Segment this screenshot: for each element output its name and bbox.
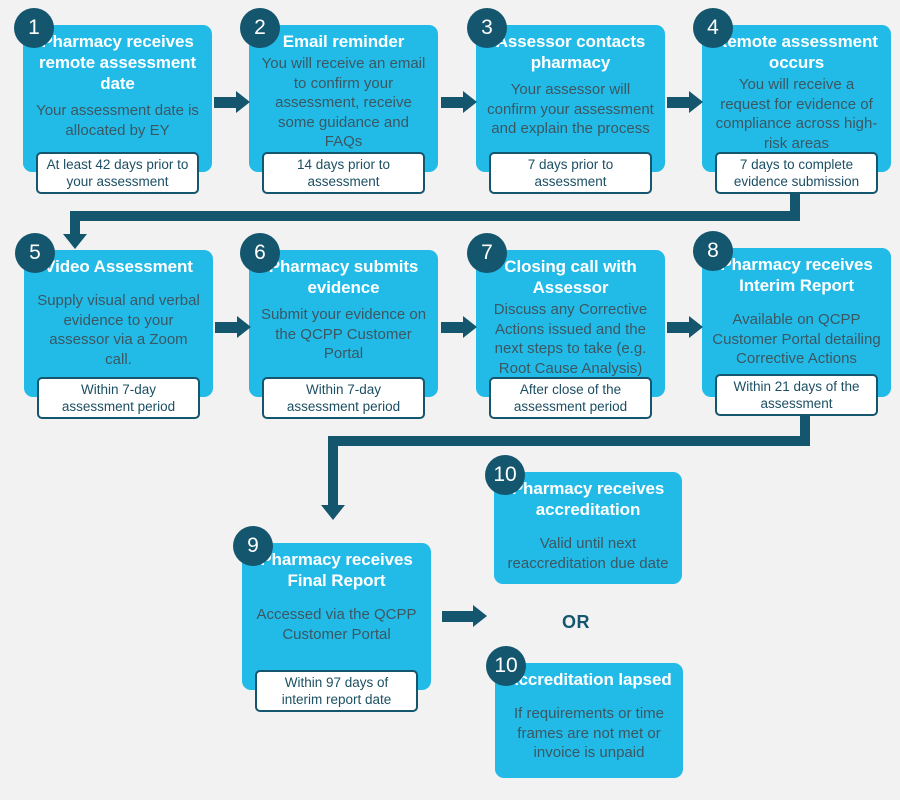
connector-1-to-2 — [214, 97, 238, 108]
step-badge-5: 5 — [15, 233, 55, 273]
step-badge-1: 1 — [14, 8, 54, 48]
step-timeframe-9: Within 97 days of interim report date — [255, 670, 418, 712]
step-card-9[interactable]: Pharmacy receives Final Report Accessed … — [242, 543, 431, 690]
connector-5-to-6 — [215, 322, 239, 333]
step-timeframe-1: At least 42 days prior to your assessmen… — [36, 152, 199, 194]
step-body: Your assessor will confirm your assessme… — [487, 81, 654, 137]
step-body: Your assessment date is allocated by EY — [36, 102, 199, 139]
step-badge-10-accredited: 10 — [485, 455, 525, 495]
step-title: Pharmacy submits evidence — [268, 257, 419, 297]
connector-9-to-10-arrowhead — [473, 605, 487, 627]
step-timeframe-3: 7 days prior to assessment — [489, 152, 652, 194]
step-title: Email reminder — [282, 32, 405, 51]
step-timeframe-7: After close of the assessment period — [489, 377, 652, 419]
step-title: Pharmacy receives Final Report — [260, 550, 413, 590]
step-title: Closing call with Assessor — [504, 257, 637, 297]
step-badge-9: 9 — [233, 526, 273, 566]
step-title: Accreditation lapsed — [506, 670, 672, 689]
step-card-3[interactable]: Assessor contacts pharmacy Your assessor… — [476, 25, 665, 172]
step-card-2[interactable]: Email reminder You will receive an email… — [249, 25, 438, 172]
step-badge-10-lapsed: 10 — [486, 646, 526, 686]
step-card-4[interactable]: Remote assessment occurs You will receiv… — [702, 25, 891, 172]
connector-3-to-4 — [667, 97, 691, 108]
step-body: Valid until next reaccreditation due dat… — [507, 535, 669, 572]
step-badge-3: 3 — [467, 8, 507, 48]
step-badge-4: 4 — [693, 8, 733, 48]
step-card-10-lapsed[interactable]: Accreditation lapsed If requirements or … — [495, 663, 683, 778]
step-title: Pharmacy receives Interim Report — [720, 255, 873, 295]
step-title: Pharmacy receives accreditation — [511, 479, 665, 519]
connector-3-to-4-arrowhead — [689, 91, 703, 113]
step-card-6[interactable]: Pharmacy submits evidence Submit your ev… — [249, 250, 438, 397]
connector-7-to-8 — [667, 322, 691, 333]
step-badge-8: 8 — [693, 231, 733, 271]
step-timeframe-2: 14 days prior to assessment — [262, 152, 425, 194]
step-body: You will receive a request for evidence … — [715, 76, 878, 152]
step-body: Available on QCPP Customer Portal detail… — [712, 311, 881, 367]
step-title: Remote assessment occurs — [715, 32, 878, 72]
step-card-10-accredited[interactable]: Pharmacy receives accreditation Valid un… — [494, 472, 682, 584]
step-body: If requirements or time frames are not m… — [513, 705, 665, 761]
step-timeframe-6: Within 7-day assessment period — [262, 377, 425, 419]
step-timeframe-5: Within 7-day assessment period — [37, 377, 200, 419]
step-body: You will receive an email to confirm you… — [261, 55, 426, 150]
or-label: OR — [562, 612, 590, 632]
step-title: Video Assessment — [44, 257, 193, 276]
connector-row1-to-row2-arrowhead — [63, 234, 87, 249]
connector-row1-to-row2-horizontal — [70, 211, 800, 221]
connector-2-to-3 — [441, 97, 465, 108]
connector-row2-to-row3-drop — [328, 436, 338, 507]
connector-6-to-7 — [441, 322, 465, 333]
step-badge-7: 7 — [467, 233, 507, 273]
flowchart-canvas: Pharmacy receives remote assessment date… — [0, 0, 900, 800]
step-title: Pharmacy receives remote assessment date — [38, 32, 197, 93]
connector-7-to-8-arrowhead — [689, 316, 703, 338]
connector-2-to-3-arrowhead — [463, 91, 477, 113]
step-badge-6: 6 — [240, 233, 280, 273]
connector-6-to-7-arrowhead — [463, 316, 477, 338]
step-body: Discuss any Corrective Actions issued an… — [493, 301, 648, 377]
step-timeframe-8: Within 21 days of the assessment — [715, 374, 878, 416]
step-body: Accessed via the QCPP Customer Portal — [256, 606, 417, 643]
connector-row2-to-row3-arrowhead — [321, 505, 345, 520]
step-body: Submit your evidence on the QCPP Custome… — [260, 306, 427, 362]
step-body: Supply visual and verbal evidence to you… — [37, 292, 200, 368]
connector-1-to-2-arrowhead — [236, 91, 250, 113]
connector-5-to-6-arrowhead — [237, 316, 251, 338]
step-badge-2: 2 — [240, 8, 280, 48]
connector-9-to-10 — [442, 611, 475, 622]
connector-row2-to-row3-horizontal — [328, 436, 810, 446]
step-timeframe-4: 7 days to complete evidence submission — [715, 152, 878, 194]
step-card-5[interactable]: Video Assessment Supply visual and verba… — [24, 250, 213, 397]
step-card-7[interactable]: Closing call with Assessor Discuss any C… — [476, 250, 665, 397]
step-title: Assessor contacts pharmacy — [495, 32, 646, 72]
step-card-1[interactable]: Pharmacy receives remote assessment date… — [23, 25, 212, 172]
